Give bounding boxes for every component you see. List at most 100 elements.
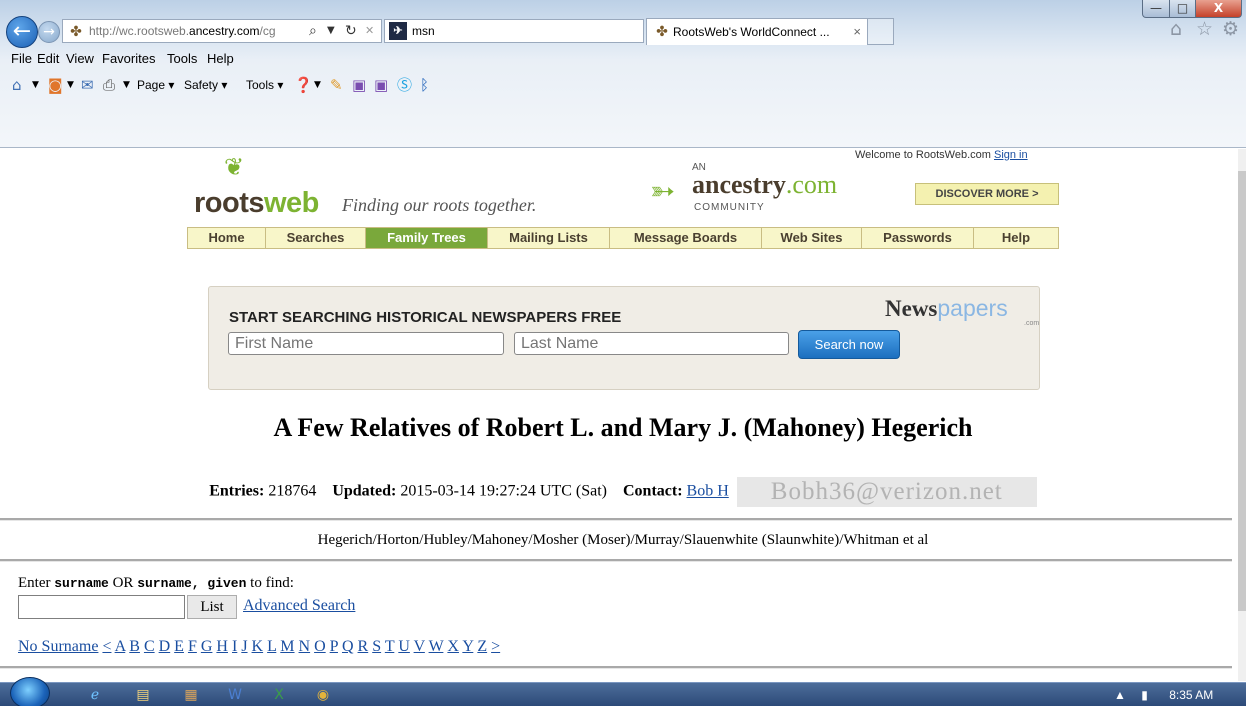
home-dropdown-icon[interactable]: ▼ — [32, 71, 39, 99]
alpha-link[interactable]: < — [102, 638, 111, 655]
alpha-link[interactable]: Q — [342, 638, 354, 655]
alpha-link[interactable]: H — [216, 638, 228, 655]
media-taskbar-icon[interactable]: ▦ — [178, 685, 204, 705]
menu-view[interactable]: View — [66, 49, 94, 69]
tools-menu[interactable]: Tools ▾ — [246, 71, 283, 99]
network-icon[interactable]: ▮ — [1141, 688, 1148, 702]
alpha-link[interactable]: B — [129, 638, 140, 655]
maximize-button[interactable]: □ — [1169, 0, 1196, 18]
help-dropdown-icon[interactable]: ▼ — [314, 71, 321, 99]
alpha-link[interactable]: P — [330, 638, 338, 655]
safety-menu[interactable]: Safety ▾ — [184, 71, 227, 99]
search-now-button[interactable]: Search now — [798, 330, 900, 359]
feeds-icon[interactable]: ◙ — [48, 71, 63, 99]
alpha-link[interactable]: F — [188, 638, 197, 655]
nav-searches[interactable]: Searches — [266, 228, 366, 248]
bluetooth-icon[interactable]: ᛒ — [420, 71, 429, 99]
last-name-input[interactable] — [514, 332, 789, 355]
nav-home[interactable]: Home — [188, 228, 266, 248]
contact-link[interactable]: Bob H — [687, 483, 729, 500]
alpha-link[interactable]: M — [280, 638, 294, 655]
refresh-icon[interactable]: ↻ — [345, 20, 357, 42]
list-button[interactable]: List — [187, 595, 237, 619]
word-taskbar-icon[interactable]: W — [222, 685, 248, 705]
new-tab-button[interactable] — [868, 18, 894, 45]
favorites-star-icon[interactable]: ☆ — [1196, 18, 1213, 40]
alpha-link[interactable]: E — [174, 638, 184, 655]
nav-web-sites[interactable]: Web Sites — [762, 228, 862, 248]
nav-mailing-lists[interactable]: Mailing Lists — [488, 228, 610, 248]
dropdown-arrow-icon[interactable]: ▼ — [327, 20, 335, 42]
alpha-link[interactable]: I — [232, 638, 237, 655]
address-bar[interactable]: ✤ http://wc.rootsweb.ancestry.com/cg ⌕ ▼… — [62, 19, 382, 43]
menu-help[interactable]: Help — [207, 49, 234, 69]
sign-in-link[interactable]: Sign in — [994, 149, 1028, 161]
alpha-link[interactable]: O — [314, 638, 326, 655]
alpha-link[interactable]: K — [252, 638, 264, 655]
menu-tools[interactable]: Tools — [167, 49, 197, 69]
menu-favorites[interactable]: Favorites — [102, 49, 155, 69]
search-icon[interactable]: ⌕ — [309, 20, 317, 42]
feeds-dropdown-icon[interactable]: ▼ — [67, 71, 74, 99]
chrome-taskbar-icon[interactable]: ◉ — [310, 685, 336, 705]
alpha-link[interactable]: Y — [462, 638, 473, 655]
ie-taskbar-icon[interactable]: ℯ — [82, 685, 108, 705]
page-menu[interactable]: Page ▾ — [137, 71, 174, 99]
scrollbar-thumb[interactable] — [1238, 171, 1246, 611]
close-window-button[interactable]: X — [1195, 0, 1242, 18]
help-icon[interactable]: ❓ — [294, 71, 313, 99]
menu-file[interactable]: File — [11, 49, 32, 69]
explorer-taskbar-icon[interactable]: ▤ — [130, 685, 156, 705]
alpha-link[interactable]: G — [201, 638, 213, 655]
tab-close-icon[interactable]: × — [853, 19, 861, 45]
alpha-link[interactable]: N — [299, 638, 311, 655]
pen-icon[interactable]: ✎ — [330, 71, 343, 99]
ancestry-logo[interactable]: ➳ AN ancestry.com COMMUNITY — [650, 154, 860, 214]
alpha-link[interactable]: X — [447, 638, 459, 655]
alpha-link[interactable]: L — [267, 638, 276, 655]
nav-help[interactable]: Help — [974, 228, 1058, 248]
alpha-link[interactable]: Z — [477, 638, 487, 655]
settings-gear-icon[interactable]: ⚙ — [1222, 18, 1239, 40]
surname-search-input[interactable] — [18, 595, 185, 619]
alpha-link[interactable]: A — [115, 638, 126, 655]
first-name-input[interactable] — [228, 332, 504, 355]
discover-more-button[interactable]: DISCOVER MORE > — [915, 183, 1059, 205]
nav-family-trees[interactable]: Family Trees — [366, 228, 488, 248]
start-button[interactable] — [10, 677, 50, 706]
advanced-search-link[interactable]: Advanced Search — [243, 597, 355, 615]
alpha-link[interactable]: > — [491, 638, 500, 655]
alpha-link[interactable]: W — [429, 638, 444, 655]
alpha-link[interactable]: R — [358, 638, 369, 655]
alpha-link[interactable]: S — [372, 638, 381, 655]
home-icon[interactable]: ⌂ — [1170, 18, 1182, 40]
alpha-link[interactable]: V — [414, 638, 425, 655]
alpha-link[interactable]: T — [385, 638, 394, 655]
skype-icon[interactable]: Ⓢ — [397, 71, 412, 99]
print-dropdown-icon[interactable]: ▼ — [123, 71, 130, 99]
rootsweb-logo[interactable]: ❦ rootsweb Finding our roots together. — [194, 149, 634, 219]
clock[interactable]: 8:35 AM — [1169, 688, 1213, 702]
alpha-link[interactable]: U — [398, 638, 410, 655]
minimize-button[interactable]: — — [1142, 0, 1170, 18]
nav-message-boards[interactable]: Message Boards — [610, 228, 762, 248]
back-button[interactable]: ← — [6, 16, 38, 48]
stop-icon[interactable]: ✕ — [365, 20, 374, 42]
alpha-link[interactable]: No Surname — [18, 638, 98, 655]
vertical-scrollbar[interactable] — [1238, 149, 1246, 681]
alpha-link[interactable]: D — [159, 638, 171, 655]
excel-taskbar-icon[interactable]: X — [266, 685, 292, 705]
print-icon[interactable]: ⎙ — [103, 71, 115, 99]
onenote-icon[interactable]: ▣ — [352, 71, 366, 99]
onenote-linked-icon[interactable]: ▣ — [374, 71, 388, 99]
search-provider-tab[interactable]: ✈ msn — [384, 19, 644, 43]
alpha-link[interactable]: C — [144, 638, 155, 655]
home-command-icon[interactable]: ⌂ — [12, 71, 22, 99]
tab-rootsweb[interactable]: ✤ RootsWeb's WorldConnect ... × — [646, 18, 868, 45]
nav-passwords[interactable]: Passwords — [862, 228, 974, 248]
menu-edit[interactable]: Edit — [37, 49, 59, 69]
mail-icon[interactable]: ✉ — [81, 71, 94, 99]
alpha-link[interactable]: J — [241, 638, 247, 655]
forward-button[interactable]: → — [38, 21, 60, 43]
tray-arrow-icon[interactable]: ▲ — [1114, 688, 1126, 702]
